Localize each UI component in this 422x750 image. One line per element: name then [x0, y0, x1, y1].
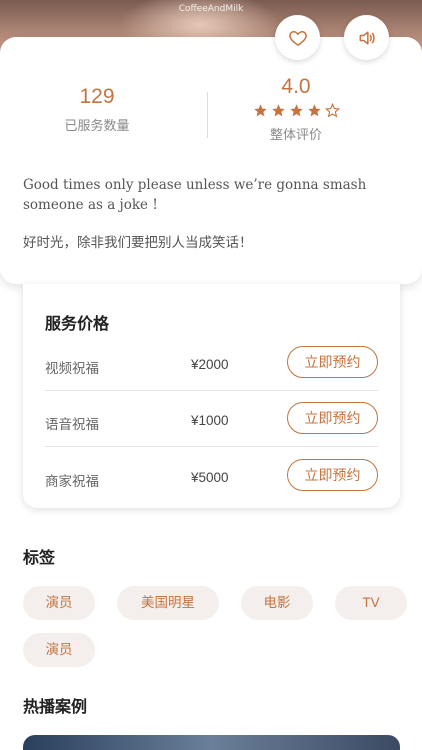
case-video-thumbnail[interactable]	[23, 735, 400, 750]
heart-icon	[288, 30, 307, 46]
tag-chip[interactable]: 演员	[23, 633, 95, 667]
tags-title: 标签	[23, 550, 56, 567]
like-button[interactable]	[275, 15, 320, 60]
hero-watermark: CoffeeAndMilk	[178, 4, 244, 14]
service-count-label: 已服务数量	[64, 118, 130, 133]
rating-value: 4.0	[281, 75, 311, 98]
book-now-button[interactable]: 立即预约	[287, 402, 378, 434]
book-now-button[interactable]: 立即预约	[287, 459, 378, 491]
service-price: ¥2000	[191, 357, 229, 372]
price-row-video: 视频祝福 ¥2000 立即预约	[45, 334, 378, 391]
star-filled-icon	[271, 104, 285, 117]
price-row-voice: 语音祝福 ¥1000 立即预约	[45, 390, 378, 447]
star-empty-icon	[324, 103, 340, 118]
price-row-business: 商家祝福 ¥5000 立即预约	[45, 447, 378, 503]
star-filled-icon	[289, 104, 303, 117]
description-english: Good times only please unless we’re gonn…	[23, 177, 367, 213]
service-price: ¥1000	[191, 413, 229, 428]
star-filled-icon	[253, 104, 267, 117]
star-filled-icon	[307, 104, 321, 117]
celebrity-info-card: 129 已服务数量 4.0 整体评价 Good times only pleas…	[0, 37, 422, 284]
rating-label: 整体评价	[269, 127, 322, 142]
book-now-button[interactable]: 立即预约	[287, 346, 378, 378]
service-name: 商家祝福	[45, 474, 99, 489]
service-name: 视频祝福	[45, 361, 99, 376]
service-count-value: 129	[79, 85, 115, 108]
tag-chip[interactable]: 美国明星	[117, 586, 219, 620]
pricing-title: 服务价格	[45, 316, 110, 333]
rating-stars	[240, 103, 352, 118]
tag-chip[interactable]: 电影	[241, 586, 313, 620]
popular-cases-title: 热播案例	[23, 699, 88, 716]
description-chinese: 好时光，除非我们要把别人当成笑话！	[23, 235, 253, 251]
sound-button[interactable]	[344, 15, 389, 60]
tag-chip[interactable]: 演员	[23, 586, 95, 620]
speaker-icon	[359, 30, 375, 45]
tag-chip[interactable]: TV	[335, 586, 407, 620]
rating-stat: 4.0 整体评价	[240, 75, 352, 143]
pricing-card: 服务价格 视频祝福 ¥2000 立即预约 语音祝福 ¥1000 立即预约 商家祝…	[23, 284, 400, 508]
service-count-stat: 129 已服务数量	[40, 85, 154, 134]
service-price: ¥5000	[191, 470, 229, 485]
stat-divider	[207, 92, 208, 138]
service-name: 语音祝福	[45, 417, 99, 432]
